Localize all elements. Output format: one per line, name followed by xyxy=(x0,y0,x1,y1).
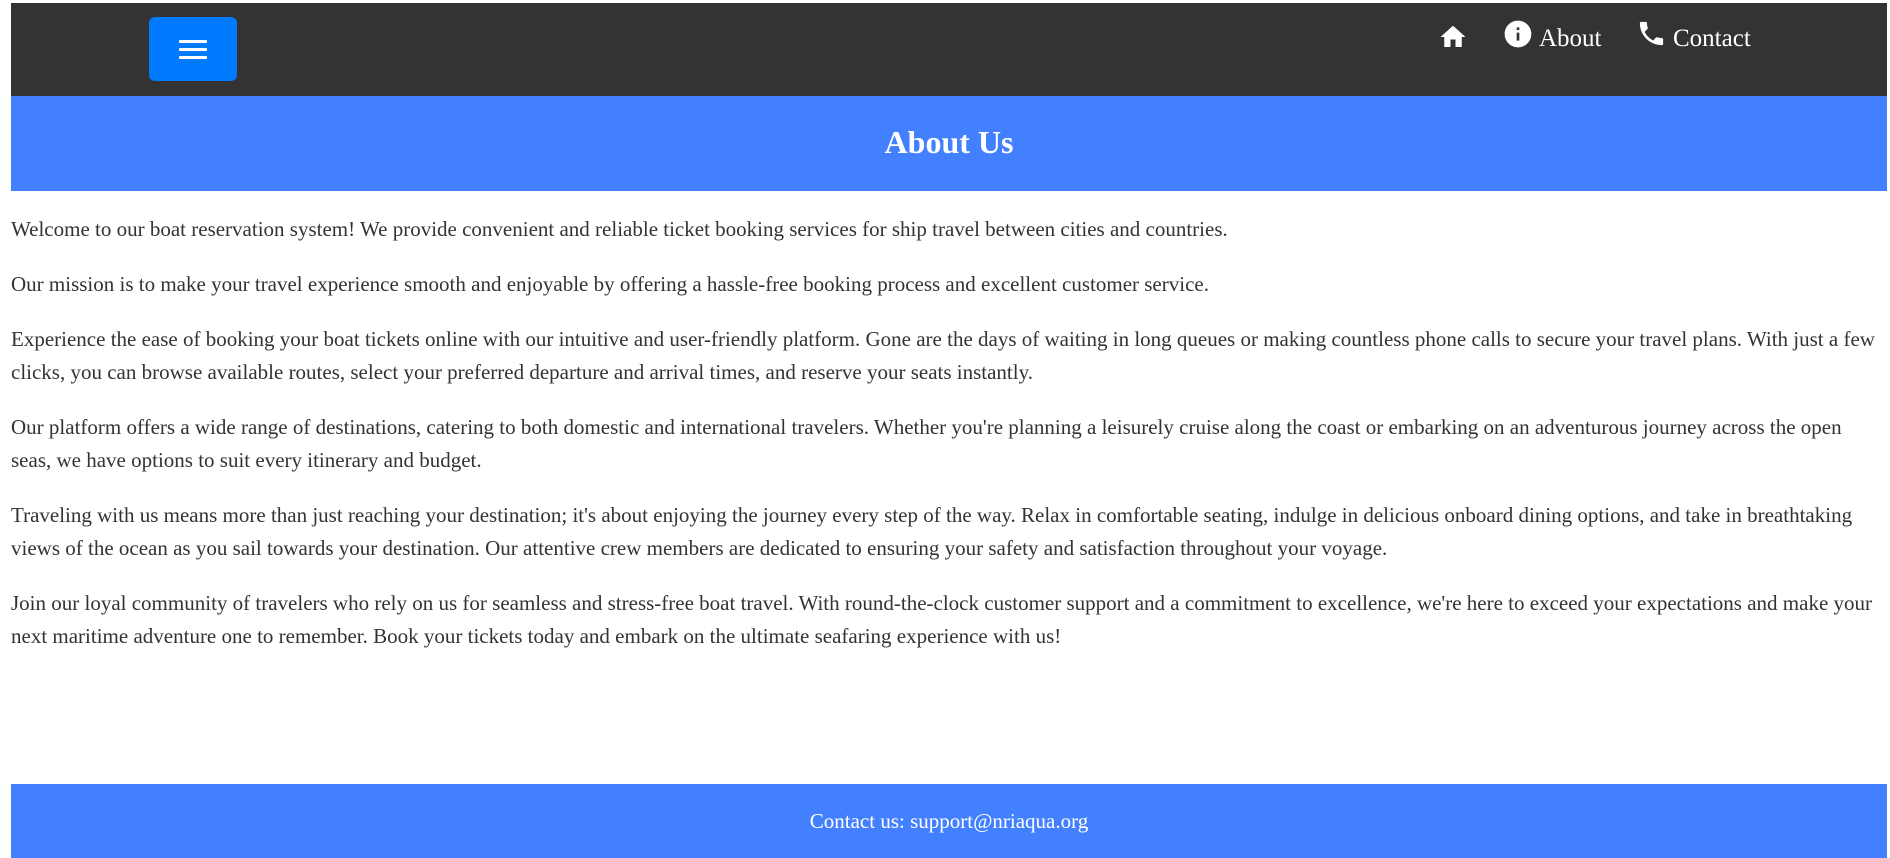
about-paragraph: Join our loyal community of travelers wh… xyxy=(11,591,1873,648)
page-header: About Us xyxy=(11,96,1887,191)
footer-contact-text: Contact us: support@nriaqua.org xyxy=(809,809,1089,833)
nav-contact-link[interactable]: Contact xyxy=(1635,3,1765,96)
top-navbar: About Contact xyxy=(11,3,1887,96)
nav-about-label: About xyxy=(1539,25,1602,52)
nav-home-link[interactable] xyxy=(1436,3,1476,96)
menu-toggle-button[interactable] xyxy=(149,17,237,81)
info-icon xyxy=(1504,20,1532,48)
phone-icon xyxy=(1639,21,1664,46)
about-paragraph: Welcome to our boat reservation system! … xyxy=(11,217,1228,241)
home-icon xyxy=(1440,25,1466,47)
nav-contact-label: Contact xyxy=(1673,25,1751,52)
about-paragraph: Our mission is to make your travel exper… xyxy=(11,272,1209,296)
page-footer: Contact us: support@nriaqua.org xyxy=(11,784,1887,858)
nav-about-link[interactable]: About xyxy=(1501,3,1611,96)
page-title: About Us xyxy=(884,124,1014,160)
about-content: Welcome to our boat reservation system! … xyxy=(11,213,1887,675)
about-paragraph: Traveling with us means more than just r… xyxy=(11,503,1853,560)
page: About Contact About Us Welcome to our bo… xyxy=(11,3,1887,858)
about-paragraph: Experience the ease of booking your boat… xyxy=(11,327,1875,384)
about-paragraph: Our platform offers a wide range of dest… xyxy=(11,415,1842,472)
